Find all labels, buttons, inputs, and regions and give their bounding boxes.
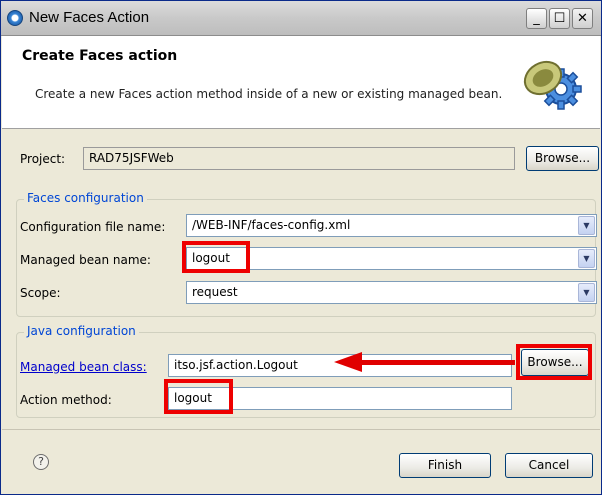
header-title: Create Faces action <box>22 48 178 64</box>
highlight-action-method-box <box>164 379 233 414</box>
scope-label: Scope: <box>20 286 61 300</box>
dialog-window: New Faces Action _ ☐ ✕ Create Faces acti… <box>0 0 602 495</box>
annotation-arrow-head <box>334 352 362 372</box>
bean-gear-icon <box>523 60 582 110</box>
cancel-button[interactable]: Cancel <box>505 453 593 478</box>
project-label: Project: <box>20 152 66 166</box>
chevron-down-icon[interactable]: ▼ <box>578 283 595 302</box>
wizard-header: Create Faces action Create a new Faces a… <box>2 36 600 129</box>
java-configuration-title: Java configuration <box>24 324 139 338</box>
scope-combo[interactable]: request ▼ <box>186 281 597 304</box>
title-bar[interactable]: New Faces Action _ ☐ ✕ <box>1 1 601 36</box>
maximize-button[interactable]: ☐ <box>549 8 570 29</box>
managed-bean-name-label: Managed bean name: <box>20 253 151 267</box>
action-method-label: Action method: <box>20 393 112 407</box>
header-description: Create a new Faces action method inside … <box>35 87 503 101</box>
project-browse-button[interactable]: Browse... <box>526 146 599 171</box>
config-file-label: Configuration file name: <box>20 220 166 234</box>
highlight-browse-box <box>516 344 592 380</box>
finish-button[interactable]: Finish <box>399 453 491 478</box>
config-file-combo[interactable]: /WEB-INF/faces-config.xml ▼ <box>186 214 597 237</box>
config-file-value: /WEB-INF/faces-config.xml <box>192 218 351 232</box>
scope-value: request <box>192 285 238 299</box>
chevron-down-icon[interactable]: ▼ <box>578 249 595 268</box>
eclipse-icon <box>7 10 23 26</box>
faces-configuration-title: Faces configuration <box>24 191 147 205</box>
managed-bean-class-link[interactable]: Managed bean class: <box>20 360 147 374</box>
chevron-down-icon[interactable]: ▼ <box>578 216 595 235</box>
annotation-arrow-shaft <box>360 360 515 365</box>
close-button[interactable]: ✕ <box>572 8 593 29</box>
highlight-bean-name-box <box>182 241 250 273</box>
window-title: New Faces Action <box>29 9 150 26</box>
minimize-button[interactable]: _ <box>526 8 547 29</box>
project-field: RAD75JSFWeb <box>83 147 515 170</box>
help-icon[interactable]: ? <box>33 454 49 470</box>
footer-separator <box>2 429 600 430</box>
